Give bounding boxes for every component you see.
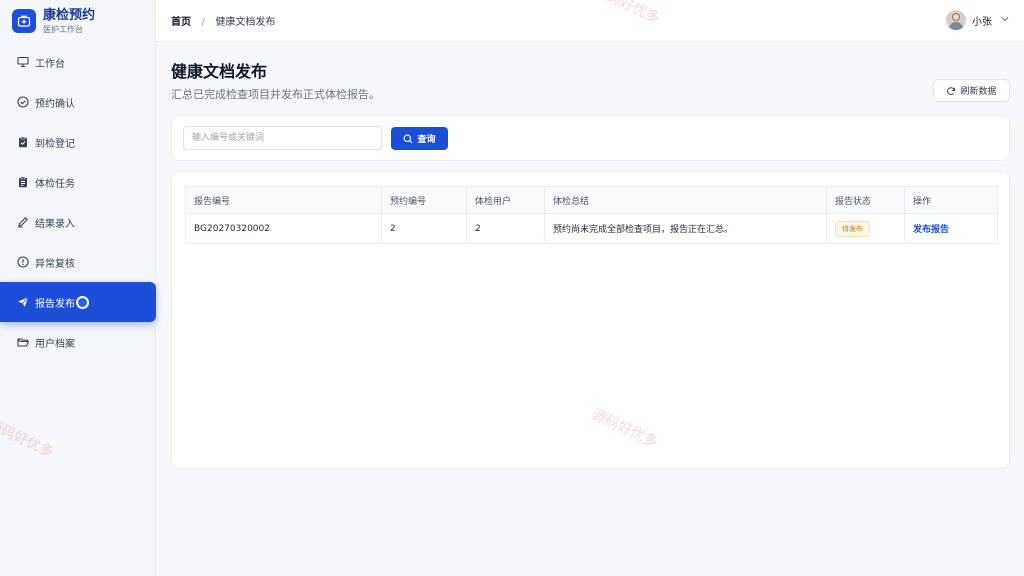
avatar	[946, 10, 966, 30]
sidebar-item-appointment-confirm[interactable]: 预约确认	[0, 82, 156, 122]
sidebar-item-user-records[interactable]: 用户档案	[0, 322, 156, 362]
sidebar-item-report-publish[interactable]: 报告发布	[0, 282, 156, 322]
search-card: 查询	[171, 115, 1010, 161]
sidebar-item-label: 到检登记	[35, 138, 75, 150]
table-row: BG20270320002 2 2 预约尚未完成全部检查项目，报告正在汇总。 待…	[185, 213, 998, 244]
alert-circle-icon	[17, 256, 29, 268]
clipboard-list-icon	[17, 176, 29, 188]
search-button[interactable]: 查询	[391, 127, 448, 150]
search-input[interactable]	[183, 126, 382, 150]
breadcrumb-current: 健康文档发布	[215, 17, 276, 28]
folder-open-icon	[17, 336, 29, 348]
search-icon	[404, 134, 413, 143]
status-badge: 待发布	[835, 220, 870, 237]
breadcrumb-separator: /	[201, 17, 205, 28]
column-header-appointment-no[interactable]: 预约编号	[381, 186, 467, 214]
sidebar-item-workbench[interactable]: 工作台	[0, 42, 156, 82]
brand[interactable]: 康检预约 医护工作台	[0, 0, 155, 42]
sidebar-item-label: 体检任务	[35, 178, 75, 190]
column-header-report-no[interactable]: 报告编号	[185, 186, 382, 214]
column-header-status[interactable]: 报告状态	[826, 186, 905, 214]
paper-plane-icon	[17, 296, 29, 308]
sidebar-item-checkin[interactable]: 到检登记	[0, 122, 156, 162]
medical-kit-icon	[12, 9, 36, 33]
user-name: 小张	[972, 16, 992, 28]
cell-summary: 预约尚未完成全部检查项目，报告正在汇总。	[544, 213, 827, 244]
column-header-summary[interactable]: 体检总结	[544, 186, 827, 214]
cell-user: 2	[466, 213, 545, 244]
mouse-cursor-indicator	[76, 295, 89, 309]
sidebar-item-label: 报告发布	[35, 298, 75, 310]
search-button-label: 查询	[417, 135, 436, 145]
sidebar-item-anomaly-review[interactable]: 异常复核	[0, 242, 156, 282]
brand-title: 康检预约	[43, 7, 96, 23]
breadcrumb: 首页 / 健康文档发布	[171, 13, 275, 28]
sidebar-item-label: 异常复核	[35, 258, 75, 270]
cell-actions: 发布报告	[904, 213, 998, 244]
check-circle-icon	[17, 96, 29, 108]
brand-subtitle: 医护工作台	[43, 24, 83, 34]
topbar: 首页 / 健康文档发布 小张	[156, 0, 1024, 42]
cell-appointment-no: 2	[381, 213, 467, 244]
sidebar-item-label: 结果录入	[35, 218, 75, 230]
sidebar-item-exam-tasks[interactable]: 体检任务	[0, 162, 156, 202]
user-menu[interactable]: 小张	[946, 10, 1010, 30]
refresh-button-label: 刷新数据	[960, 87, 997, 97]
cell-report-no: BG20270320002	[185, 213, 382, 244]
sidebar-item-label: 工作台	[35, 58, 65, 70]
table-header-row: 报告编号 预约编号 体检用户 体检总结 报告状态 操作	[185, 186, 998, 214]
cell-status: 待发布	[826, 213, 905, 244]
chevron-down-icon	[1000, 14, 1010, 27]
column-header-user[interactable]: 体检用户	[466, 186, 545, 214]
page-subtitle: 汇总已完成检查项目并发布正式体检报告。	[171, 88, 380, 101]
refresh-button[interactable]: 刷新数据	[933, 79, 1010, 102]
presentation-board-icon	[17, 56, 29, 68]
report-table: 报告编号 预约编号 体检用户 体检总结 报告状态 操作 BG2027032000…	[185, 186, 998, 244]
sidebar-item-result-entry[interactable]: 结果录入	[0, 202, 156, 242]
page-title: 健康文档发布	[171, 62, 268, 81]
breadcrumb-home[interactable]: 首页	[171, 17, 191, 28]
refresh-icon	[947, 86, 956, 95]
sidebar-item-label: 预约确认	[35, 98, 75, 110]
publish-report-link[interactable]: 发布报告	[913, 225, 949, 235]
report-table-card: 报告编号 预约编号 体检用户 体检总结 报告状态 操作 BG2027032000…	[171, 171, 1010, 469]
column-header-actions: 操作	[904, 186, 998, 214]
pencil-icon	[17, 216, 29, 228]
sidebar: 康检预约 医护工作台 工作台 预约确认 到检登记 体检任务 结果录入 异常复核 …	[0, 0, 156, 576]
clipboard-check-icon	[17, 136, 29, 148]
sidebar-item-label: 用户档案	[35, 338, 75, 350]
